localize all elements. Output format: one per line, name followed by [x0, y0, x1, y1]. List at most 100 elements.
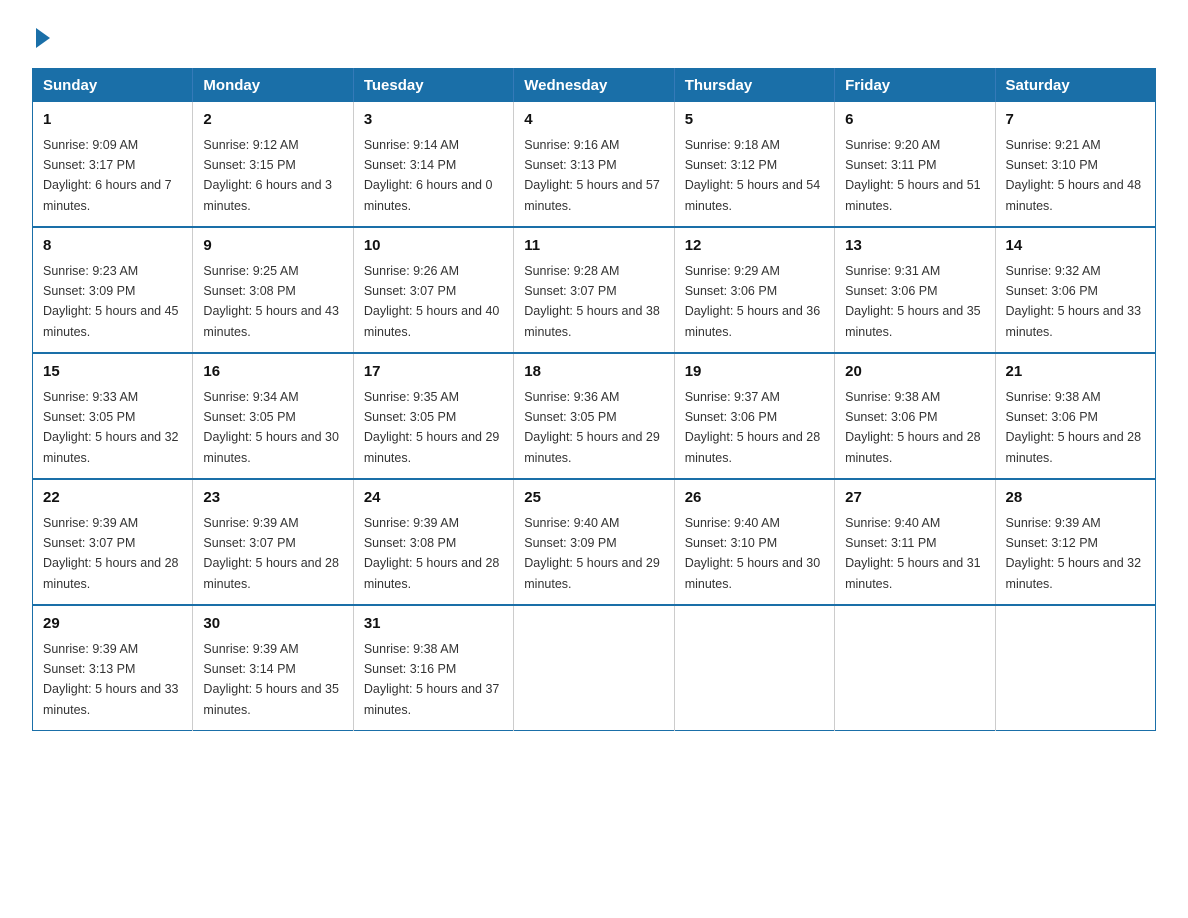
- calendar-cell: 25 Sunrise: 9:40 AMSunset: 3:09 PMDayligh…: [514, 479, 674, 605]
- day-info: Sunrise: 9:39 AMSunset: 3:12 PMDaylight:…: [1006, 516, 1142, 591]
- calendar-cell: [674, 605, 834, 731]
- header-monday: Monday: [193, 69, 353, 103]
- calendar-cell: 19 Sunrise: 9:37 AMSunset: 3:06 PMDayligh…: [674, 353, 834, 479]
- day-number: 31: [364, 613, 503, 636]
- header-sunday: Sunday: [33, 69, 193, 103]
- day-info: Sunrise: 9:21 AMSunset: 3:10 PMDaylight:…: [1006, 138, 1142, 213]
- day-number: 11: [524, 235, 663, 258]
- day-number: 15: [43, 361, 182, 384]
- day-info: Sunrise: 9:23 AMSunset: 3:09 PMDaylight:…: [43, 264, 179, 339]
- day-info: Sunrise: 9:18 AMSunset: 3:12 PMDaylight:…: [685, 138, 821, 213]
- day-info: Sunrise: 9:12 AMSunset: 3:15 PMDaylight:…: [203, 138, 332, 213]
- calendar-table: SundayMondayTuesdayWednesdayThursdayFrid…: [32, 68, 1156, 731]
- day-info: Sunrise: 9:39 AMSunset: 3:14 PMDaylight:…: [203, 642, 339, 717]
- calendar-cell: 14 Sunrise: 9:32 AMSunset: 3:06 PMDayligh…: [995, 227, 1155, 353]
- calendar-week-4: 22 Sunrise: 9:39 AMSunset: 3:07 PMDayligh…: [33, 479, 1156, 605]
- day-number: 2: [203, 109, 342, 132]
- day-info: Sunrise: 9:40 AMSunset: 3:09 PMDaylight:…: [524, 516, 660, 591]
- calendar-cell: 30 Sunrise: 9:39 AMSunset: 3:14 PMDayligh…: [193, 605, 353, 731]
- day-info: Sunrise: 9:28 AMSunset: 3:07 PMDaylight:…: [524, 264, 660, 339]
- day-number: 23: [203, 487, 342, 510]
- day-number: 20: [845, 361, 984, 384]
- calendar-cell: [514, 605, 674, 731]
- day-info: Sunrise: 9:25 AMSunset: 3:08 PMDaylight:…: [203, 264, 339, 339]
- day-number: 22: [43, 487, 182, 510]
- day-number: 9: [203, 235, 342, 258]
- day-number: 6: [845, 109, 984, 132]
- day-number: 21: [1006, 361, 1145, 384]
- day-number: 3: [364, 109, 503, 132]
- day-info: Sunrise: 9:36 AMSunset: 3:05 PMDaylight:…: [524, 390, 660, 465]
- day-number: 4: [524, 109, 663, 132]
- header-saturday: Saturday: [995, 69, 1155, 103]
- day-info: Sunrise: 9:09 AMSunset: 3:17 PMDaylight:…: [43, 138, 172, 213]
- day-number: 13: [845, 235, 984, 258]
- calendar-header-row: SundayMondayTuesdayWednesdayThursdayFrid…: [33, 69, 1156, 103]
- day-number: 14: [1006, 235, 1145, 258]
- calendar-cell: 7 Sunrise: 9:21 AMSunset: 3:10 PMDaylight…: [995, 102, 1155, 227]
- header-wednesday: Wednesday: [514, 69, 674, 103]
- day-number: 17: [364, 361, 503, 384]
- day-info: Sunrise: 9:39 AMSunset: 3:08 PMDaylight:…: [364, 516, 500, 591]
- day-number: 29: [43, 613, 182, 636]
- day-info: Sunrise: 9:39 AMSunset: 3:07 PMDaylight:…: [203, 516, 339, 591]
- header-thursday: Thursday: [674, 69, 834, 103]
- logo: [32, 24, 50, 48]
- calendar-cell: 23 Sunrise: 9:39 AMSunset: 3:07 PMDayligh…: [193, 479, 353, 605]
- day-number: 26: [685, 487, 824, 510]
- day-number: 5: [685, 109, 824, 132]
- calendar-cell: 12Sunrise: 9:29 AMSunset: 3:06 PMDayligh…: [674, 227, 834, 353]
- calendar-cell: 17 Sunrise: 9:35 AMSunset: 3:05 PMDayligh…: [353, 353, 513, 479]
- day-info: Sunrise: 9:34 AMSunset: 3:05 PMDaylight:…: [203, 390, 339, 465]
- day-info: Sunrise: 9:40 AMSunset: 3:11 PMDaylight:…: [845, 516, 981, 591]
- calendar-cell: 13 Sunrise: 9:31 AMSunset: 3:06 PMDayligh…: [835, 227, 995, 353]
- calendar-cell: 8 Sunrise: 9:23 AMSunset: 3:09 PMDaylight…: [33, 227, 193, 353]
- calendar-cell: 29 Sunrise: 9:39 AMSunset: 3:13 PMDayligh…: [33, 605, 193, 731]
- calendar-cell: 26Sunrise: 9:40 AMSunset: 3:10 PMDayligh…: [674, 479, 834, 605]
- day-info: Sunrise: 9:39 AMSunset: 3:13 PMDaylight:…: [43, 642, 179, 717]
- calendar-cell: 11 Sunrise: 9:28 AMSunset: 3:07 PMDayligh…: [514, 227, 674, 353]
- calendar-cell: [835, 605, 995, 731]
- calendar-cell: 15 Sunrise: 9:33 AMSunset: 3:05 PMDayligh…: [33, 353, 193, 479]
- day-info: Sunrise: 9:33 AMSunset: 3:05 PMDaylight:…: [43, 390, 179, 465]
- day-info: Sunrise: 9:26 AMSunset: 3:07 PMDaylight:…: [364, 264, 500, 339]
- header-friday: Friday: [835, 69, 995, 103]
- day-number: 10: [364, 235, 503, 258]
- day-number: 1: [43, 109, 182, 132]
- day-number: 12: [685, 235, 824, 258]
- day-info: Sunrise: 9:32 AMSunset: 3:06 PMDaylight:…: [1006, 264, 1142, 339]
- logo-arrow-icon: [36, 28, 50, 48]
- day-info: Sunrise: 9:38 AMSunset: 3:06 PMDaylight:…: [845, 390, 981, 465]
- day-number: 18: [524, 361, 663, 384]
- day-number: 27: [845, 487, 984, 510]
- day-number: 24: [364, 487, 503, 510]
- calendar-week-2: 8 Sunrise: 9:23 AMSunset: 3:09 PMDaylight…: [33, 227, 1156, 353]
- day-info: Sunrise: 9:37 AMSunset: 3:06 PMDaylight:…: [685, 390, 821, 465]
- calendar-cell: [995, 605, 1155, 731]
- page-header: [32, 24, 1156, 48]
- day-info: Sunrise: 9:31 AMSunset: 3:06 PMDaylight:…: [845, 264, 981, 339]
- header-tuesday: Tuesday: [353, 69, 513, 103]
- day-info: Sunrise: 9:38 AMSunset: 3:16 PMDaylight:…: [364, 642, 500, 717]
- calendar-cell: 2 Sunrise: 9:12 AMSunset: 3:15 PMDaylight…: [193, 102, 353, 227]
- day-number: 7: [1006, 109, 1145, 132]
- day-info: Sunrise: 9:35 AMSunset: 3:05 PMDaylight:…: [364, 390, 500, 465]
- calendar-cell: 10 Sunrise: 9:26 AMSunset: 3:07 PMDayligh…: [353, 227, 513, 353]
- calendar-cell: 5 Sunrise: 9:18 AMSunset: 3:12 PMDaylight…: [674, 102, 834, 227]
- calendar-cell: 22Sunrise: 9:39 AMSunset: 3:07 PMDayligh…: [33, 479, 193, 605]
- calendar-cell: 28Sunrise: 9:39 AMSunset: 3:12 PMDayligh…: [995, 479, 1155, 605]
- calendar-cell: 9 Sunrise: 9:25 AMSunset: 3:08 PMDaylight…: [193, 227, 353, 353]
- calendar-cell: 1 Sunrise: 9:09 AMSunset: 3:17 PMDaylight…: [33, 102, 193, 227]
- calendar-cell: 6 Sunrise: 9:20 AMSunset: 3:11 PMDaylight…: [835, 102, 995, 227]
- calendar-cell: 4Sunrise: 9:16 AMSunset: 3:13 PMDaylight…: [514, 102, 674, 227]
- day-info: Sunrise: 9:20 AMSunset: 3:11 PMDaylight:…: [845, 138, 981, 213]
- calendar-cell: 27 Sunrise: 9:40 AMSunset: 3:11 PMDayligh…: [835, 479, 995, 605]
- day-number: 30: [203, 613, 342, 636]
- day-number: 16: [203, 361, 342, 384]
- calendar-cell: 21Sunrise: 9:38 AMSunset: 3:06 PMDayligh…: [995, 353, 1155, 479]
- day-number: 25: [524, 487, 663, 510]
- day-number: 19: [685, 361, 824, 384]
- day-number: 8: [43, 235, 182, 258]
- calendar-cell: 31 Sunrise: 9:38 AMSunset: 3:16 PMDayligh…: [353, 605, 513, 731]
- calendar-week-5: 29 Sunrise: 9:39 AMSunset: 3:13 PMDayligh…: [33, 605, 1156, 731]
